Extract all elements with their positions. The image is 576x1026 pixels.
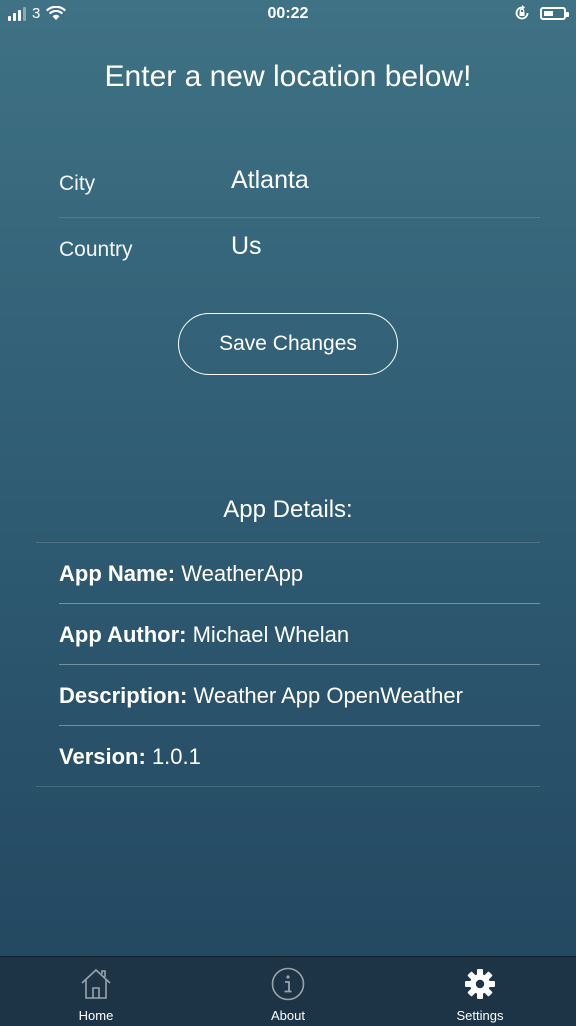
country-label: Country [59,238,133,261]
app-details-heading: App Details: [223,496,353,523]
detail-key: App Name: [59,561,176,586]
detail-row-app-name: App Name: WeatherApp [59,543,540,604]
home-icon [81,968,111,999]
app-details-list: App Name: WeatherApp App Author: Michael… [36,542,540,787]
city-label: City [59,172,96,195]
tab-settings-label: Settings [456,1008,504,1023]
tab-settings[interactable]: Settings [384,957,576,1026]
save-changes-button[interactable]: Save Changes [178,313,398,375]
info-icon [271,967,305,1001]
page-title: Enter a new location below! [104,60,472,93]
city-row: City [59,152,540,218]
country-input[interactable] [231,232,531,261]
detail-key: Description: [59,683,188,708]
detail-value: WeatherApp [181,561,304,586]
detail-row-version: Version: 1.0.1 [36,726,540,787]
detail-value: Weather App OpenWeather [193,683,463,708]
detail-value: Michael Whelan [192,622,350,647]
status-bar: 3 00:22 [0,0,576,30]
city-input[interactable] [231,166,531,195]
detail-row-description: Description: Weather App OpenWeather [59,665,540,726]
tab-home-label: Home [78,1008,114,1023]
status-right [514,5,569,21]
tab-about-label: About [271,1008,305,1023]
tab-about[interactable]: About [192,957,384,1026]
detail-key: Version: [59,744,146,769]
detail-row-app-author: App Author: Michael Whelan [59,604,540,665]
battery-icon [540,6,569,20]
location-form: City Country [59,152,540,283]
status-time: 00:22 [267,5,309,22]
detail-value: 1.0.1 [151,744,201,769]
gear-icon [465,969,495,999]
tab-home[interactable]: Home [0,957,192,1026]
tab-bar: Home About Settings [0,956,576,1026]
orientation-lock-icon [515,5,529,20]
country-row: Country [59,218,540,283]
detail-key: App Author: [59,622,187,647]
